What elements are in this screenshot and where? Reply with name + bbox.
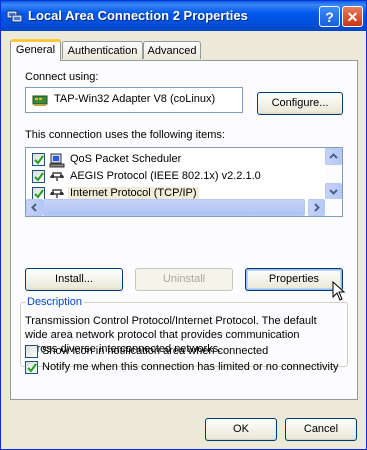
properties-dialog: Local Area Connection 2 Properties ? ✕ G… xyxy=(0,0,367,450)
chevron-left-icon xyxy=(31,203,37,212)
show-icon-label: Show icon in notification area when conn… xyxy=(42,345,269,357)
window-title: Local Area Connection 2 Properties xyxy=(28,8,248,23)
install-button-label: Install... xyxy=(55,273,93,285)
tab-general[interactable]: General xyxy=(10,39,61,61)
ok-button-label: OK xyxy=(233,423,249,435)
scroll-down-button[interactable] xyxy=(325,183,342,200)
show-icon-option[interactable]: Show icon in notification area when conn… xyxy=(25,345,355,360)
list-item-qos[interactable]: QoS Packet Scheduler xyxy=(32,152,322,168)
notify-me-label: Notify me when this connection has limit… xyxy=(42,361,339,373)
aegis-label: AEGIS Protocol (IEEE 802.1x) v2.2.1.0 xyxy=(70,170,261,182)
configure-button[interactable]: Configure... xyxy=(257,92,343,115)
install-button[interactable]: Install... xyxy=(25,268,123,291)
properties-button-label: Properties xyxy=(268,273,320,285)
horizontal-scroll-thumb[interactable] xyxy=(43,199,305,216)
qos-label: QoS Packet Scheduler xyxy=(70,153,182,165)
aegis-checkbox[interactable] xyxy=(32,170,45,183)
items-label: This connection uses the following items… xyxy=(25,129,225,141)
cancel-button[interactable]: Cancel xyxy=(285,418,357,441)
chevron-right-icon xyxy=(314,203,320,212)
list-item-aegis[interactable]: AEGIS Protocol (IEEE 802.1x) v2.2.1.0 xyxy=(32,169,322,185)
close-button[interactable]: ✕ xyxy=(342,6,363,27)
adapter-display: TAP-Win32 Adapter V8 (coLinux) xyxy=(25,87,243,113)
adapter-name: TAP-Win32 Adapter V8 (coLinux) xyxy=(54,93,216,105)
uninstall-button[interactable]: Uninstall xyxy=(135,268,233,291)
chevron-up-icon xyxy=(329,153,338,159)
checkmark-icon xyxy=(34,189,44,199)
vertical-scrollbar[interactable] xyxy=(325,148,342,200)
show-icon-checkbox[interactable] xyxy=(25,345,38,358)
checkmark-icon xyxy=(34,172,44,182)
dialog-body: General Authentication Advanced Connect … xyxy=(4,31,363,446)
scroll-right-button[interactable] xyxy=(308,199,325,216)
configure-button-label: Configure... xyxy=(271,97,329,109)
protocol-icon xyxy=(50,172,64,181)
scheduler-icon xyxy=(49,153,65,168)
notify-me-option[interactable]: Notify me when this connection has limit… xyxy=(25,361,355,376)
description-line-1: Transmission Control Protocol/Internet P… xyxy=(25,315,317,327)
network-adapter-icon xyxy=(32,95,48,106)
mouse-cursor-icon xyxy=(332,281,346,301)
tcpip-label: Internet Protocol (TCP/IP) xyxy=(68,187,199,199)
checkmark-icon xyxy=(34,155,44,165)
cancel-button-label: Cancel xyxy=(303,423,339,435)
connect-using-label: Connect using: xyxy=(25,71,99,83)
notify-me-checkbox[interactable] xyxy=(25,361,38,374)
description-line-2: wide area network protocol that provides… xyxy=(25,329,300,341)
description-legend: Description xyxy=(25,296,85,308)
tab-advanced-label: Advanced xyxy=(147,45,197,57)
chevron-down-icon xyxy=(329,189,338,195)
network-connection-icon xyxy=(6,10,23,23)
scroll-up-button[interactable] xyxy=(325,148,342,165)
scroll-left-button[interactable] xyxy=(26,199,43,216)
uninstall-button-label: Uninstall xyxy=(162,273,206,285)
tab-authentication-label: Authentication xyxy=(67,45,138,57)
tab-advanced[interactable]: Advanced xyxy=(143,41,201,59)
checkmark-icon xyxy=(27,363,37,373)
tab-general-label: General xyxy=(15,44,56,56)
ok-button[interactable]: OK xyxy=(205,418,277,441)
items-list[interactable]: QoS Packet Scheduler AEGIS Protocol (IEE… xyxy=(25,147,343,217)
tab-authentication[interactable]: Authentication xyxy=(62,41,143,59)
title-bar[interactable]: Local Area Connection 2 Properties ? ✕ xyxy=(1,1,366,31)
horizontal-scrollbar[interactable] xyxy=(26,199,342,216)
qos-checkbox[interactable] xyxy=(32,153,45,166)
properties-button[interactable]: Properties xyxy=(245,268,343,291)
help-button[interactable]: ? xyxy=(319,6,340,27)
